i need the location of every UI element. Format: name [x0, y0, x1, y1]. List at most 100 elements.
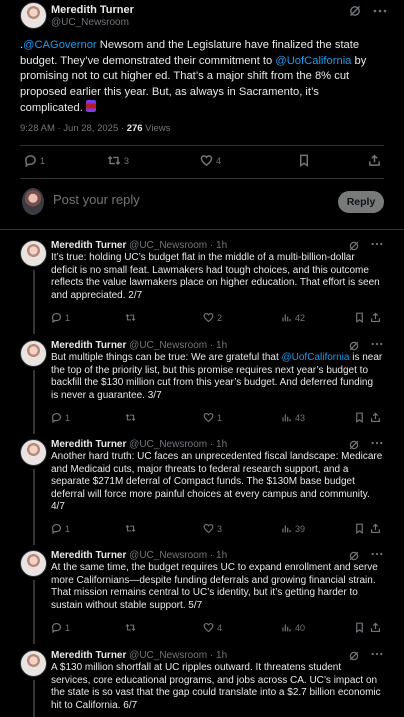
reply-actions: 1 2 42	[51, 312, 381, 324]
views-count: 43	[295, 412, 306, 423]
reply-header: Meredith Turner @UC_Newsroom · 1h	[51, 340, 227, 351]
repost-action[interactable]	[125, 622, 139, 633]
grok-icon[interactable]	[348, 240, 360, 252]
views-action[interactable]: 39	[281, 523, 305, 534]
views-count: 39	[295, 523, 306, 534]
thread-reply[interactable]: Meredith Turner @UC_Newsroom · 1h At the…	[20, 548, 384, 644]
thread-reply[interactable]: Meredith Turner @UC_Newsroom · 1h But mu…	[20, 338, 384, 434]
author-name[interactable]: Meredith Turner	[51, 240, 126, 251]
mention-link[interactable]: @CAGovernor	[23, 39, 97, 51]
grok-icon[interactable]	[348, 340, 360, 352]
share-action[interactable]	[370, 523, 381, 534]
avatar[interactable]	[20, 550, 47, 577]
like-action[interactable]: 3	[203, 523, 222, 534]
share-action[interactable]	[370, 622, 381, 633]
bookmark-action[interactable]	[354, 523, 365, 534]
share-action[interactable]	[370, 412, 381, 423]
reply-input[interactable]	[53, 192, 313, 207]
reply-count: 1	[40, 155, 46, 166]
avatar[interactable]	[20, 240, 47, 267]
thread-reply[interactable]: Meredith Turner @UC_Newsroom · 1h Anothe…	[20, 437, 384, 545]
reply-actions: 1 3 39	[51, 523, 381, 535]
text-segment: But multiple things can be true: We are …	[51, 352, 282, 363]
views-action[interactable]: 40	[281, 622, 305, 633]
more-options-icon[interactable]	[370, 648, 384, 660]
reply-action[interactable]: 1	[51, 622, 70, 633]
reply-header: Meredith Turner @UC_Newsroom · 1h	[51, 439, 227, 450]
post-time[interactable]: 9:28 AM · Jun 28, 2025 ·	[20, 123, 127, 134]
views-action[interactable]: 43	[281, 412, 305, 423]
repost-action[interactable]: 3	[107, 154, 129, 167]
author-handle[interactable]: @UC_Newsroom	[129, 340, 207, 351]
more-options-icon[interactable]	[370, 548, 384, 560]
author-name[interactable]: Meredith Turner	[51, 439, 126, 450]
author-name[interactable]: Meredith Turner	[51, 340, 126, 351]
reply-action[interactable]: 1	[51, 412, 70, 423]
thread-reply[interactable]: Meredith Turner @UC_Newsroom · 1h A $130…	[20, 648, 384, 717]
author-handle[interactable]: @UC_Newsroom	[129, 650, 207, 661]
like-count: 2	[217, 312, 223, 323]
repost-action[interactable]	[125, 523, 139, 534]
author-name[interactable]: Meredith Turner	[51, 650, 126, 661]
post-time[interactable]: · 1h	[207, 439, 227, 450]
bookmark-action[interactable]	[354, 412, 365, 423]
thread-line	[33, 270, 35, 334]
more-options-icon[interactable]	[370, 338, 384, 350]
grok-icon[interactable]	[348, 4, 362, 18]
author-handle[interactable]: @UC_Newsroom	[129, 550, 207, 561]
grok-icon[interactable]	[348, 439, 360, 451]
post-time[interactable]: · 1h	[207, 650, 227, 661]
more-options-icon[interactable]	[372, 4, 388, 18]
thread-line	[33, 680, 35, 717]
post-actions: 1 3 4	[20, 154, 384, 170]
views-action[interactable]: 42	[281, 312, 305, 323]
author-handle[interactable]: @UC_Newsroom	[129, 439, 207, 450]
bookmark-action[interactable]	[354, 622, 365, 633]
like-action[interactable]: 4	[203, 622, 222, 633]
reply-action[interactable]: 1	[51, 523, 70, 534]
author-name[interactable]: Meredith Turner	[51, 550, 126, 561]
mention-link[interactable]: @UofCalifornia	[282, 352, 350, 363]
share-action[interactable]	[370, 312, 381, 323]
avatar[interactable]	[20, 439, 47, 466]
post-time[interactable]: · 1h	[207, 550, 227, 561]
avatar[interactable]	[20, 650, 47, 677]
like-count: 3	[217, 523, 223, 534]
reply-action[interactable]: 1	[24, 154, 45, 167]
reply-count: 1	[65, 312, 71, 323]
reply-header: Meredith Turner @UC_Newsroom · 1h	[51, 550, 227, 561]
grok-icon[interactable]	[348, 550, 360, 562]
reply-text: At the same time, the budget requires UC…	[51, 562, 383, 612]
more-options-icon[interactable]	[370, 238, 384, 250]
text-segment: At the same time, the budget requires UC…	[51, 562, 378, 611]
author-handle[interactable]: @UC_Newsroom	[129, 240, 207, 251]
post-time[interactable]: · 1h	[207, 240, 227, 251]
repost-action[interactable]	[125, 312, 139, 323]
author-name[interactable]: Meredith Turner	[51, 4, 134, 16]
reply-text: It’s true: holding UC’s budget flat in t…	[51, 252, 383, 302]
share-action[interactable]	[368, 154, 381, 167]
like-action[interactable]: 4	[200, 154, 221, 167]
repost-action[interactable]	[125, 412, 139, 423]
reply-button[interactable]: Reply	[338, 191, 384, 213]
main-post-header: Meredith Turner @UC_Newsroom	[20, 0, 390, 34]
avatar[interactable]	[20, 340, 47, 367]
reply-composer: Reply	[20, 184, 384, 220]
like-action[interactable]: 2	[203, 312, 222, 323]
divider	[0, 229, 404, 230]
bookmark-action[interactable]	[354, 312, 365, 323]
like-action[interactable]: 1	[203, 412, 222, 423]
author-handle[interactable]: @UC_Newsroom	[51, 17, 129, 28]
avatar[interactable]	[20, 2, 47, 29]
current-user-avatar[interactable]	[22, 188, 44, 215]
more-options-icon[interactable]	[370, 437, 384, 449]
post-time[interactable]: · 1h	[207, 340, 227, 351]
mention-link[interactable]: @UofCalifornia	[275, 55, 351, 67]
grok-icon[interactable]	[348, 650, 360, 662]
reply-header: Meredith Turner @UC_Newsroom · 1h	[51, 650, 227, 661]
post-meta: 9:28 AM · Jun 28, 2025 · 276 Views	[20, 123, 170, 134]
divider	[20, 145, 384, 146]
bookmark-action[interactable]	[298, 154, 310, 167]
reply-action[interactable]: 1	[51, 312, 70, 323]
thread-reply[interactable]: Meredith Turner @UC_Newsroom · 1h It’s t…	[20, 238, 384, 334]
